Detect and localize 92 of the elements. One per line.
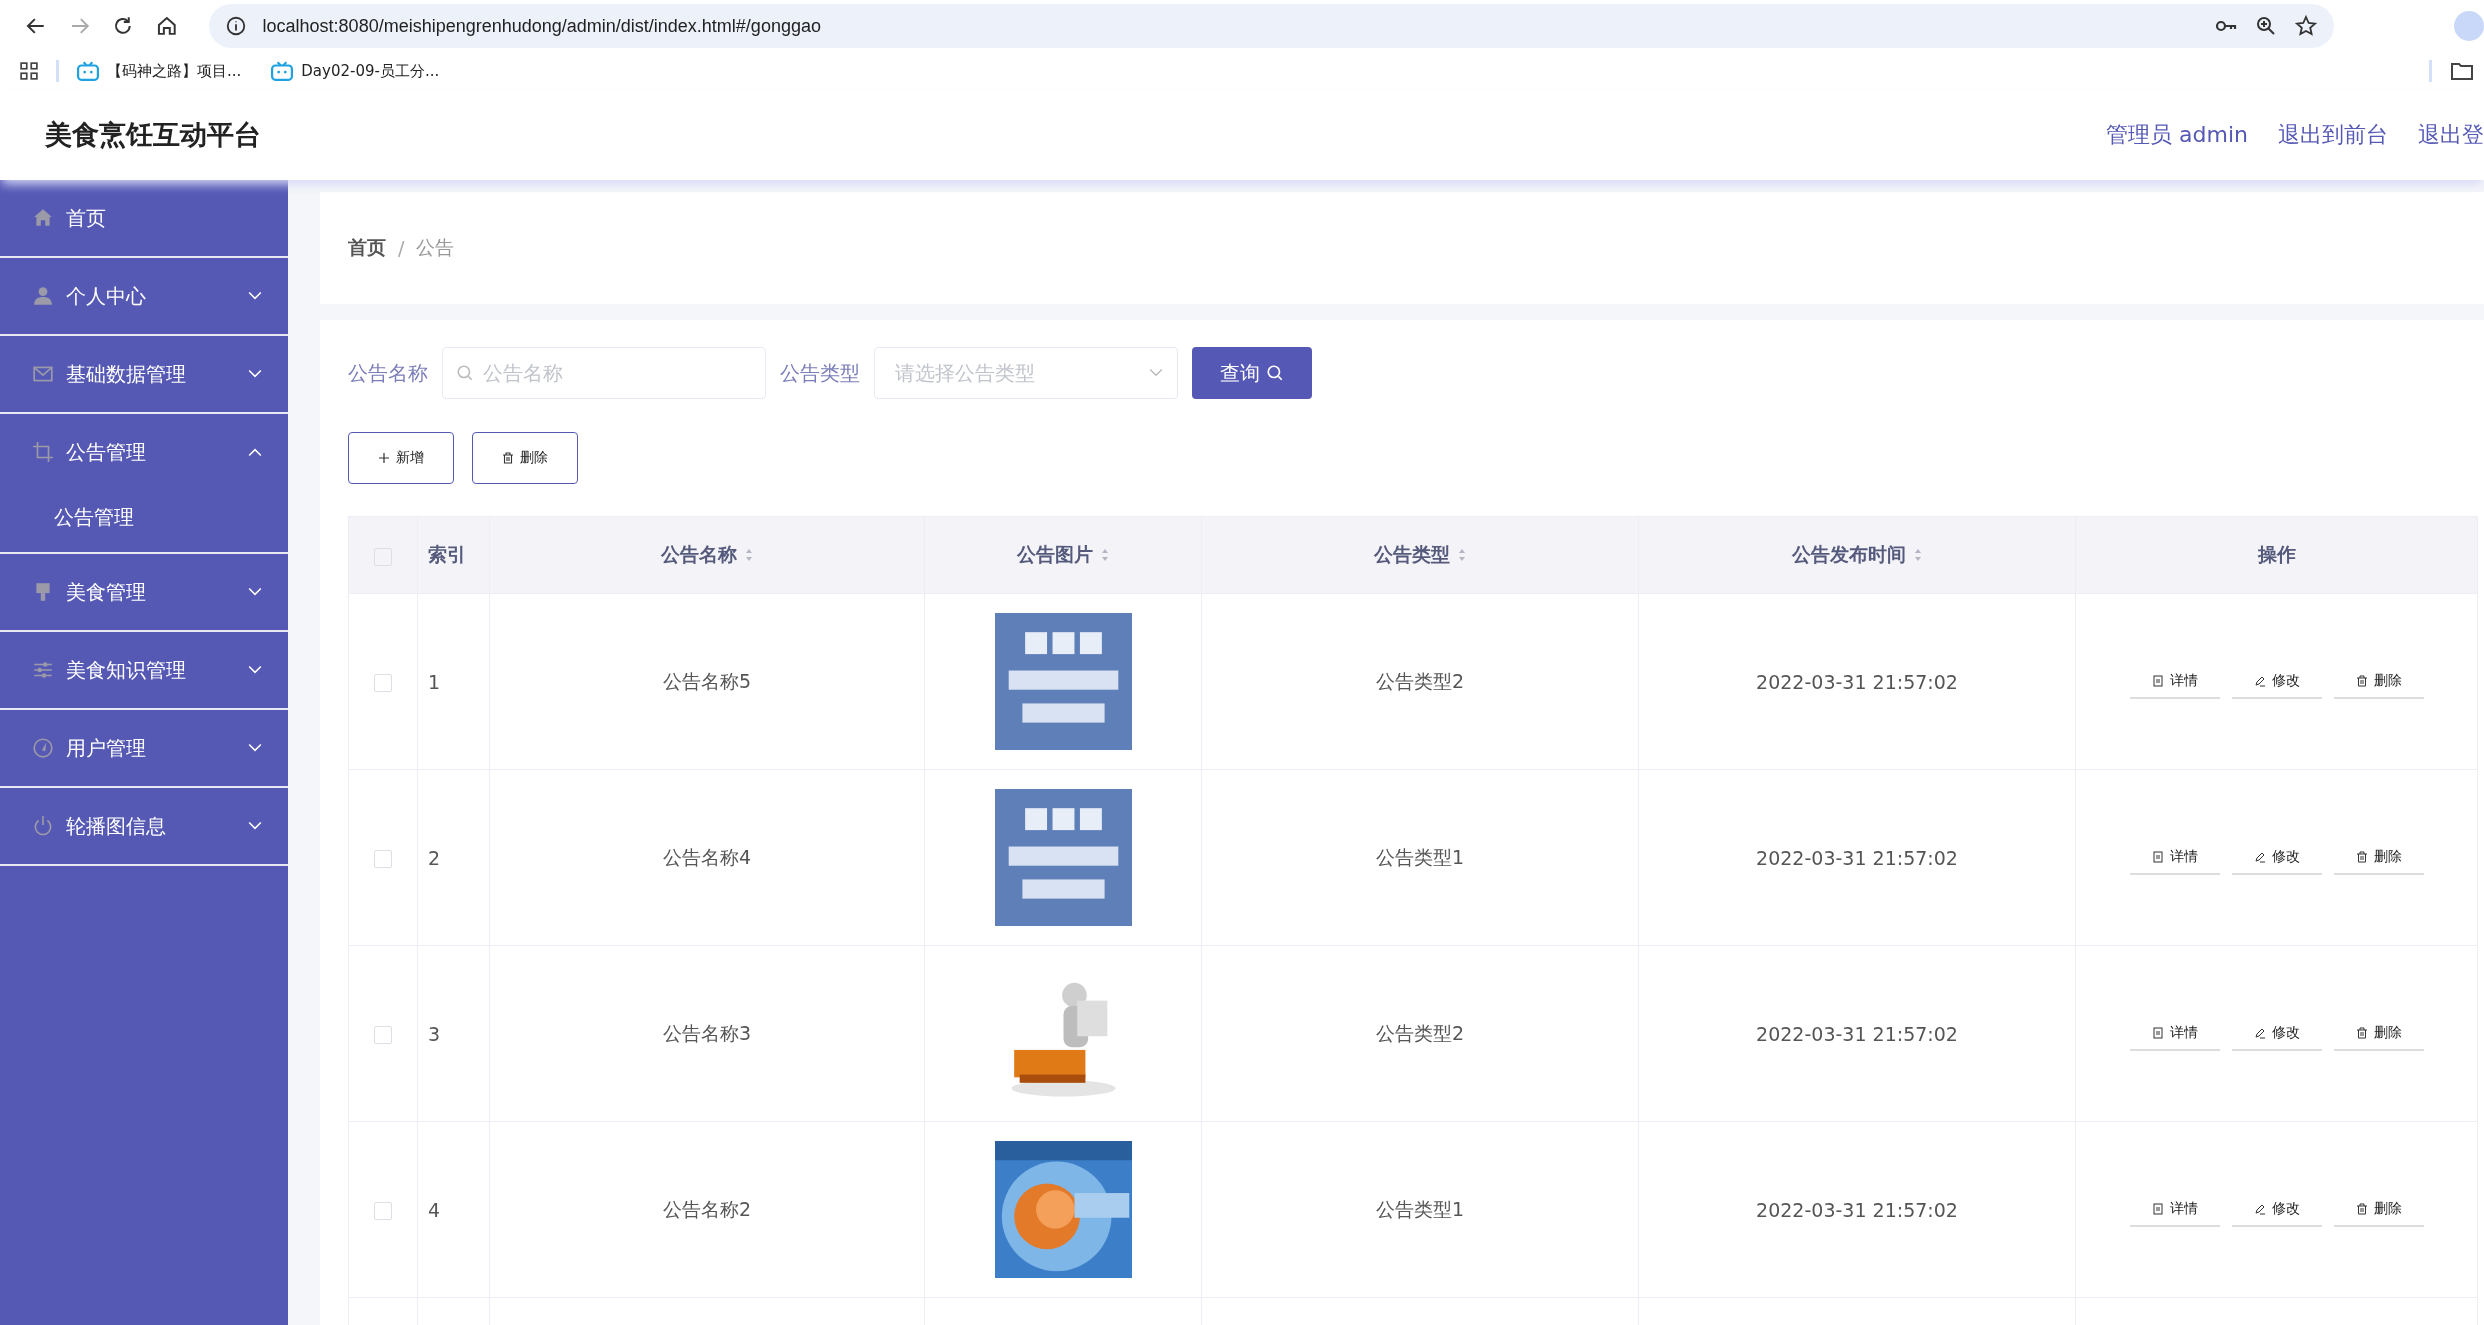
pencil-icon xyxy=(2253,674,2266,687)
trash-icon xyxy=(2355,674,2368,687)
chevron-down-icon xyxy=(248,291,262,301)
pencil-icon xyxy=(2253,1026,2266,1039)
url-text: localhost:8080/meishipengrenhudong/admin/dist/index.html#/gonggao xyxy=(262,15,821,37)
chevron-down-icon xyxy=(248,369,262,379)
document-icon xyxy=(2151,1026,2164,1039)
sidebar-item[interactable]: 轮播图信息 xyxy=(0,788,288,864)
add-button[interactable]: 新增 xyxy=(348,432,454,484)
chevron-down-icon xyxy=(248,743,262,753)
trash-icon xyxy=(2355,1026,2368,1039)
table-cell: 公告类型2 xyxy=(1375,1021,1465,1044)
sidebar-item[interactable]: 用户管理 xyxy=(0,710,288,786)
column-header[interactable]: 公告名称 xyxy=(661,542,737,568)
checkbox[interactable] xyxy=(374,850,392,868)
apps-icon[interactable] xyxy=(20,62,38,80)
table-cell: 2022-03-31 21:57:02 xyxy=(1756,846,1958,869)
sidebar-item[interactable]: 美食知识管理 xyxy=(0,632,288,708)
power-icon xyxy=(32,815,54,837)
chevron-down-icon xyxy=(248,821,262,831)
address-bar[interactable]: localhost:8080/meishipengrenhudong/admin/dist/index.html#/gonggao xyxy=(208,4,2335,48)
table-cell: 公告名称5 xyxy=(662,669,752,692)
home-icon xyxy=(32,207,54,229)
search-field[interactable]: 公告名称 xyxy=(442,347,766,399)
table-cell: 2 xyxy=(428,846,441,869)
checkbox[interactable] xyxy=(374,674,392,692)
header-link[interactable]: 退出登 xyxy=(2418,120,2484,150)
user-icon xyxy=(32,285,54,307)
column-header[interactable]: 公告发布时间 xyxy=(1792,542,1906,568)
search-icon xyxy=(456,364,474,382)
info-icon[interactable] xyxy=(224,15,247,37)
field-label: 公告类型 xyxy=(780,359,860,387)
table-cell: 1 xyxy=(428,670,441,693)
document-icon xyxy=(2151,850,2164,863)
pencil-icon xyxy=(2253,1202,2266,1215)
app-title: 美食烹饪互动平台 xyxy=(45,118,261,152)
header-link[interactable]: 退出到前台 xyxy=(2278,120,2388,150)
folder-icon[interactable] xyxy=(2450,61,2474,81)
table-cell: 2022-03-31 21:57:02 xyxy=(1756,670,1958,693)
breadcrumb-item[interactable]: 首页 xyxy=(348,235,386,261)
column-header: 操作 xyxy=(2257,542,2296,567)
table-cell: 4 xyxy=(428,1198,441,1221)
bookmark[interactable]: Day02-09-员工分... xyxy=(271,61,440,81)
trash-icon xyxy=(2355,850,2368,863)
column-header[interactable]: 公告图片 xyxy=(1017,542,1093,568)
sort-icon[interactable] xyxy=(1458,548,1466,562)
field-label: 公告名称 xyxy=(348,359,428,387)
header-link[interactable]: 管理员 admin xyxy=(2106,120,2248,150)
column-header[interactable]: 公告类型 xyxy=(1374,542,1450,568)
search-icon xyxy=(1266,364,1284,382)
trash-icon xyxy=(2355,1202,2368,1215)
pencil-icon xyxy=(2253,850,2266,863)
column-header: 索引 xyxy=(428,542,466,567)
table-cell: 2022-03-31 21:57:02 xyxy=(1756,1022,1958,1045)
document-icon xyxy=(2151,674,2164,687)
document-icon xyxy=(2151,1202,2164,1215)
table-cell: 公告名称4 xyxy=(662,845,752,868)
chevron-down-icon xyxy=(1149,368,1163,378)
delete-button[interactable]: 删除 xyxy=(472,432,578,484)
sidebar-item[interactable]: 基础数据管理 xyxy=(0,336,288,412)
profile-icon[interactable] xyxy=(2454,11,2484,41)
tv-icon xyxy=(77,61,99,81)
chevron-down-icon xyxy=(248,665,262,675)
breadcrumb-separator: / xyxy=(398,237,405,259)
table-cell: 公告类型1 xyxy=(1375,1197,1465,1220)
sidebar-item[interactable]: 首页 xyxy=(0,180,288,256)
sidebar-item[interactable]: 个人中心 xyxy=(0,258,288,334)
table-cell: 公告类型2 xyxy=(1375,669,1465,692)
sidebar-item[interactable]: 美食管理 xyxy=(0,554,288,630)
chevron-up-icon xyxy=(248,447,262,457)
table-cell: 3 xyxy=(428,1022,441,1045)
checkbox[interactable] xyxy=(374,1026,392,1044)
gauge-icon xyxy=(32,737,54,759)
bookmark[interactable]: 【码神之路】项目... xyxy=(77,61,242,81)
sort-icon[interactable] xyxy=(1101,548,1109,562)
crop-icon xyxy=(32,441,54,463)
table-cell: 公告名称3 xyxy=(662,1021,752,1044)
chevron-down-icon xyxy=(248,587,262,597)
checkbox[interactable] xyxy=(374,1202,392,1220)
sort-icon[interactable] xyxy=(745,548,753,562)
star-icon[interactable] xyxy=(2294,14,2319,38)
table-cell: 公告类型1 xyxy=(1375,845,1465,868)
plus-icon xyxy=(378,452,390,464)
sort-icon[interactable] xyxy=(1914,548,1922,562)
table-cell: 公告名称2 xyxy=(662,1197,752,1220)
table-cell: 2022-03-31 21:57:02 xyxy=(1756,1198,1958,1221)
sliders-icon xyxy=(32,659,54,681)
breadcrumb-item: 公告 xyxy=(416,235,455,260)
trash-icon xyxy=(502,452,514,464)
tv-icon xyxy=(271,61,294,81)
checkbox[interactable] xyxy=(374,547,392,566)
search-button[interactable]: 查询 xyxy=(1192,347,1312,399)
